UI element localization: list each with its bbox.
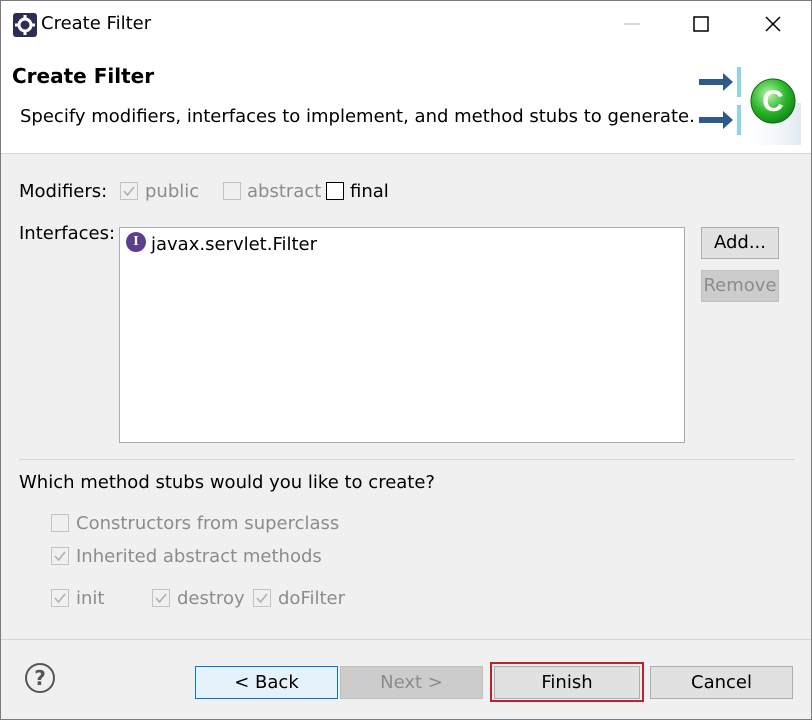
checkmark-icon xyxy=(256,593,268,604)
window-title: Create Filter xyxy=(41,13,152,34)
public-checkbox[interactable] xyxy=(120,182,138,200)
inherited-abstract-checkbox[interactable] xyxy=(51,547,69,565)
maximize-icon xyxy=(693,16,709,32)
checkmark-icon xyxy=(54,551,66,562)
interfaces-label: Interfaces: xyxy=(19,223,116,244)
init-label: init xyxy=(76,588,105,609)
add-interface-button[interactable]: Add... xyxy=(701,227,779,259)
final-checkbox[interactable] xyxy=(326,182,344,200)
destroy-checkbox[interactable] xyxy=(152,589,170,607)
interfaces-list[interactable]: I javax.servlet.Filter xyxy=(119,227,685,443)
cancel-button[interactable]: Cancel xyxy=(650,666,793,699)
finish-button[interactable]: Finish xyxy=(494,666,640,699)
minimize-button[interactable] xyxy=(597,1,667,47)
eclipse-app-icon xyxy=(12,12,38,38)
remove-interface-button[interactable]: Remove xyxy=(701,270,779,302)
method-stubs-question: Which method stubs would you like to cre… xyxy=(19,472,435,493)
inherited-abstract-label: Inherited abstract methods xyxy=(76,546,322,567)
footer-divider xyxy=(1,639,811,640)
dofilter-checkbox[interactable] xyxy=(253,589,271,607)
wizard-banner: Create Filter Specify modifiers, interfa… xyxy=(1,49,811,154)
maximize-button[interactable] xyxy=(666,1,736,47)
final-label: final xyxy=(350,181,389,202)
constructors-label: Constructors from superclass xyxy=(76,513,340,534)
checkmark-icon xyxy=(155,593,167,604)
minimize-icon xyxy=(624,23,640,25)
create-filter-dialog: Create Filter Create Filter Specify modi… xyxy=(0,0,812,720)
modifiers-label: Modifiers: xyxy=(19,181,108,202)
abstract-label: abstract xyxy=(247,181,322,202)
interface-icon: I xyxy=(126,232,146,252)
dofilter-label: doFilter xyxy=(278,588,346,609)
constructors-checkbox[interactable] xyxy=(51,514,69,532)
abstract-checkbox[interactable] xyxy=(223,182,241,200)
init-checkbox[interactable] xyxy=(51,589,69,607)
destroy-label: destroy xyxy=(177,588,245,609)
section-divider xyxy=(19,459,795,460)
checkmark-icon xyxy=(123,186,135,197)
list-item[interactable]: I javax.servlet.Filter xyxy=(120,228,684,258)
svg-text:C: C xyxy=(762,85,784,118)
new-class-wizard-icon: C xyxy=(695,63,801,145)
banner-description: Specify modifiers, interfaces to impleme… xyxy=(20,106,695,127)
back-button[interactable]: < Back xyxy=(195,666,338,699)
close-icon xyxy=(765,16,781,32)
close-button[interactable] xyxy=(738,1,808,47)
title-bar[interactable]: Create Filter xyxy=(1,1,811,49)
wizard-page-body: Modifiers: public abstract final Interfa… xyxy=(1,154,811,719)
public-label: public xyxy=(145,181,200,202)
banner-title: Create Filter xyxy=(12,64,155,88)
help-icon[interactable]: ? xyxy=(25,663,55,693)
next-button[interactable]: Next > xyxy=(340,666,483,699)
checkmark-icon xyxy=(54,593,66,604)
interface-name: javax.servlet.Filter xyxy=(151,234,318,255)
